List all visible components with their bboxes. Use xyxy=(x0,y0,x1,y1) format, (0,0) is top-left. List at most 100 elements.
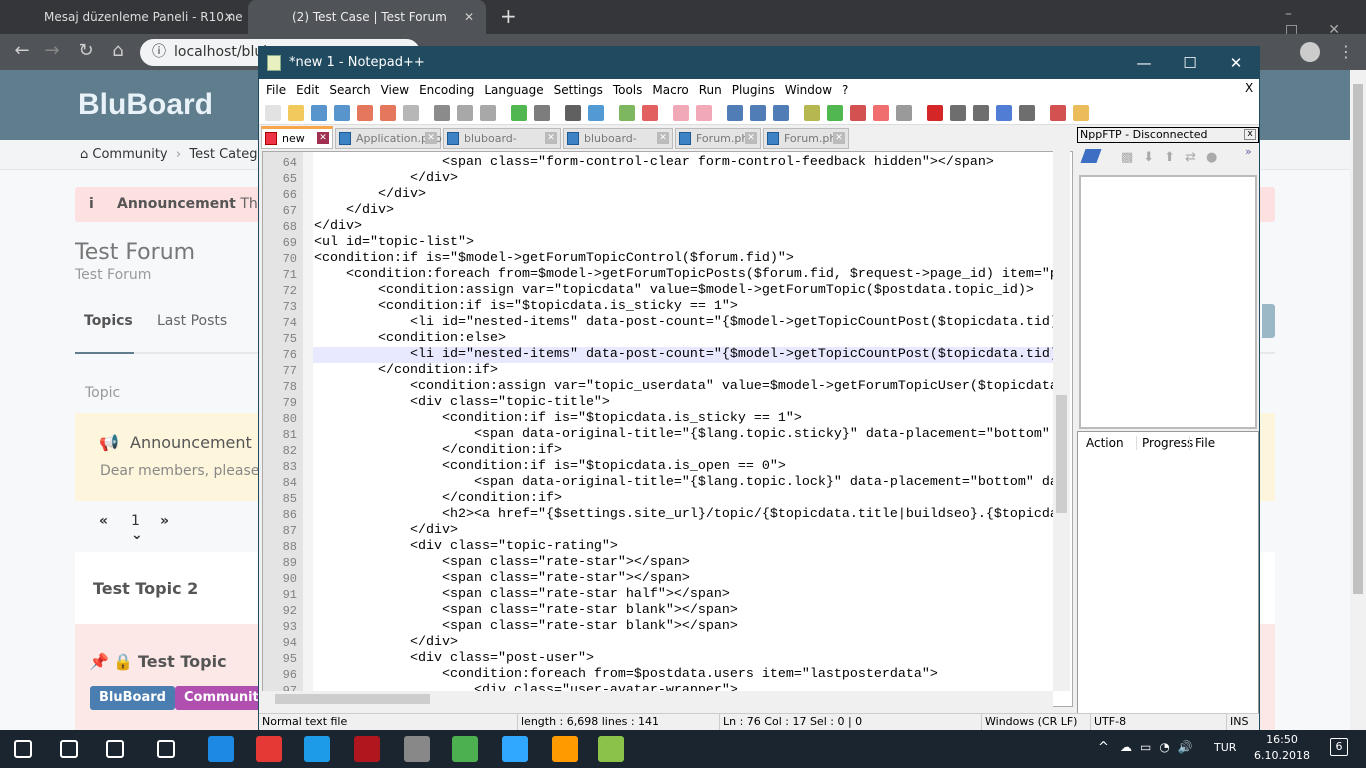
menu-settings[interactable]: Settings xyxy=(554,83,603,97)
line-text[interactable]: <span class="rate-star"></span> xyxy=(313,571,1053,587)
line-text[interactable]: <span data-original-title="{$lang.topic.… xyxy=(313,427,1053,443)
new-tab-button[interactable]: + xyxy=(500,4,517,28)
prev-page-button[interactable]: « xyxy=(99,513,108,529)
task-view-icon[interactable] xyxy=(106,740,124,758)
spellcheck-icon[interactable] xyxy=(1050,105,1066,121)
menu-icon[interactable]: ⋮ xyxy=(1338,42,1354,61)
code-line[interactable]: 79 <div class="topic-title"> xyxy=(263,395,1053,411)
file-tab[interactable]: bluboard-core.css✕ xyxy=(443,128,561,164)
topic-title[interactable]: Test Topic 2 xyxy=(93,579,198,598)
code-line[interactable]: 87 </div> xyxy=(263,523,1053,539)
line-text[interactable]: <condition:foreach from=$postdata.users … xyxy=(313,667,1053,683)
close-tab-icon[interactable]: ✕ xyxy=(545,132,557,144)
indent-guide-icon[interactable] xyxy=(773,105,789,121)
line-text[interactable]: </condition:if> xyxy=(313,491,1053,507)
tray-icons[interactable]: ☁▭◔🔊 xyxy=(1120,740,1201,754)
topic-title[interactable]: Test Topic xyxy=(138,652,227,671)
obs-icon[interactable] xyxy=(404,736,430,762)
line-text[interactable]: <condition:if is="$model->getForumTopicC… xyxy=(313,251,1053,267)
redo-icon[interactable] xyxy=(534,105,550,121)
line-text[interactable]: <span class="rate-star blank"></span> xyxy=(313,619,1053,635)
close-tab-icon[interactable]: ✕ xyxy=(833,132,845,144)
code-line[interactable]: 93 <span class="rate-star blank"></span> xyxy=(263,619,1053,635)
code-line[interactable]: 91 <span class="rate-star half"></span> xyxy=(263,587,1053,603)
close-tab-icon[interactable]: ✕ xyxy=(317,132,329,144)
line-text[interactable]: <span class="form-control-clear form-con… xyxy=(313,155,1053,171)
line-text[interactable]: <condition:if is="$topicdata.is_sticky =… xyxy=(313,411,1053,427)
new-file-icon[interactable] xyxy=(265,105,281,121)
word-wrap-icon[interactable] xyxy=(727,105,743,121)
editor-vscroll-thumb[interactable] xyxy=(1056,395,1067,513)
close-tab-icon[interactable]: ✕ xyxy=(224,0,234,34)
close-document-button[interactable]: X xyxy=(1245,81,1253,95)
tab-last-posts[interactable]: Last Posts xyxy=(157,313,227,329)
tag-badge[interactable]: BluBoard xyxy=(90,686,175,710)
sync-h-icon[interactable] xyxy=(696,105,712,121)
site-logo[interactable]: BluBoard xyxy=(78,88,213,122)
code-line[interactable]: 75 <condition:else> xyxy=(263,331,1053,347)
close-tab-icon[interactable]: ✕ xyxy=(425,132,437,144)
zoom-in-icon[interactable] xyxy=(619,105,635,121)
doc-map-icon[interactable] xyxy=(827,105,843,121)
code-line[interactable]: 90 <span class="rate-star"></span> xyxy=(263,571,1053,587)
line-text[interactable]: </div> xyxy=(313,523,1053,539)
file-tab[interactable]: new 1✕ xyxy=(261,126,333,164)
language-indicator[interactable]: TUR xyxy=(1214,741,1236,754)
line-text[interactable]: <div class="topic-title"> xyxy=(313,395,1053,411)
run-macro-multiple-icon[interactable] xyxy=(996,105,1012,121)
line-text[interactable]: </div> xyxy=(313,203,1053,219)
code-line[interactable]: 85 </condition:if> xyxy=(263,491,1053,507)
menu-tools[interactable]: Tools xyxy=(613,83,643,97)
line-text[interactable]: <condition:if is="$topicdata.is_open == … xyxy=(313,459,1053,475)
undo-icon[interactable] xyxy=(511,105,527,121)
new-topic-button[interactable] xyxy=(1262,304,1275,338)
record-macro-icon[interactable] xyxy=(927,105,943,121)
line-text[interactable]: </div> xyxy=(313,219,1053,235)
code-line[interactable]: 95 <div class="post-user"> xyxy=(263,651,1053,667)
save-macro-icon[interactable] xyxy=(1019,105,1035,121)
queue-header-progress[interactable]: Progress xyxy=(1136,436,1193,450)
line-text[interactable]: <condition:foreach from=$model->getForum… xyxy=(313,267,1053,283)
file-tab[interactable]: Forum.php ✕ xyxy=(763,128,849,149)
line-text[interactable]: </div> xyxy=(313,187,1053,203)
next-page-button[interactable]: » xyxy=(160,513,169,529)
menu-edit[interactable]: Edit xyxy=(296,83,319,97)
close-panel-button[interactable]: x xyxy=(1244,129,1256,140)
line-text[interactable]: <span data-original-title="{$lang.topic.… xyxy=(313,475,1053,491)
close-button[interactable]: ✕ xyxy=(1213,47,1259,79)
close-all-icon[interactable] xyxy=(380,105,396,121)
code-line[interactable]: 69 <ul id="topic-list"> xyxy=(263,235,1053,251)
close-icon[interactable] xyxy=(357,105,373,121)
code-line[interactable]: 70 <condition:if is="$model->getForumTopi… xyxy=(263,251,1053,267)
menu-view[interactable]: View xyxy=(381,83,409,97)
open-file-icon[interactable] xyxy=(288,105,304,121)
code-line[interactable]: 73 <condition:if is="$topicdata.is_stick… xyxy=(263,299,1053,315)
line-text[interactable]: <div class="post-user"> xyxy=(313,651,1053,667)
queue-header-file[interactable]: File xyxy=(1189,436,1215,450)
browser-tab-active[interactable]: (2) Test Case | Test Forum ✕ xyxy=(248,0,486,34)
menu-language[interactable]: Language xyxy=(484,83,543,97)
menu-run[interactable]: Run xyxy=(699,83,722,97)
close-tab-icon[interactable]: ✕ xyxy=(745,132,757,144)
menu-search[interactable]: Search xyxy=(329,83,370,97)
editor-hscroll-thumb[interactable] xyxy=(275,694,430,704)
chevron-up-icon[interactable]: ^ xyxy=(1098,740,1109,755)
more-tools-button[interactable]: » xyxy=(1245,145,1252,158)
code-line[interactable]: 66 </div> xyxy=(263,187,1053,203)
ftp-tree[interactable] xyxy=(1079,175,1257,429)
code-line[interactable]: 71 <condition:foreach from=$model->getFo… xyxy=(263,267,1053,283)
line-text[interactable]: <span class="rate-star half"></span> xyxy=(313,587,1053,603)
code-line[interactable]: 78 <condition:assign var="topic_userdata… xyxy=(263,379,1053,395)
notepadpp-icon[interactable] xyxy=(598,736,624,762)
close-tab-icon[interactable]: ✕ xyxy=(464,0,474,34)
page-scrollbar-thumb[interactable] xyxy=(1353,84,1363,594)
code-line[interactable]: 82 </condition:if> xyxy=(263,443,1053,459)
code-line[interactable]: 84 <span data-original-title="{$lang.top… xyxy=(263,475,1053,491)
nppftp-icon[interactable] xyxy=(1073,105,1089,121)
reload-icon[interactable]: ↻ xyxy=(74,40,98,61)
file-tab[interactable]: bluboard-core.js✕ xyxy=(563,128,673,164)
chrome-icon[interactable] xyxy=(256,736,282,762)
clock-date[interactable]: 6.10.2018 xyxy=(1252,749,1312,762)
paste-icon[interactable] xyxy=(480,105,496,121)
find-icon[interactable] xyxy=(565,105,581,121)
